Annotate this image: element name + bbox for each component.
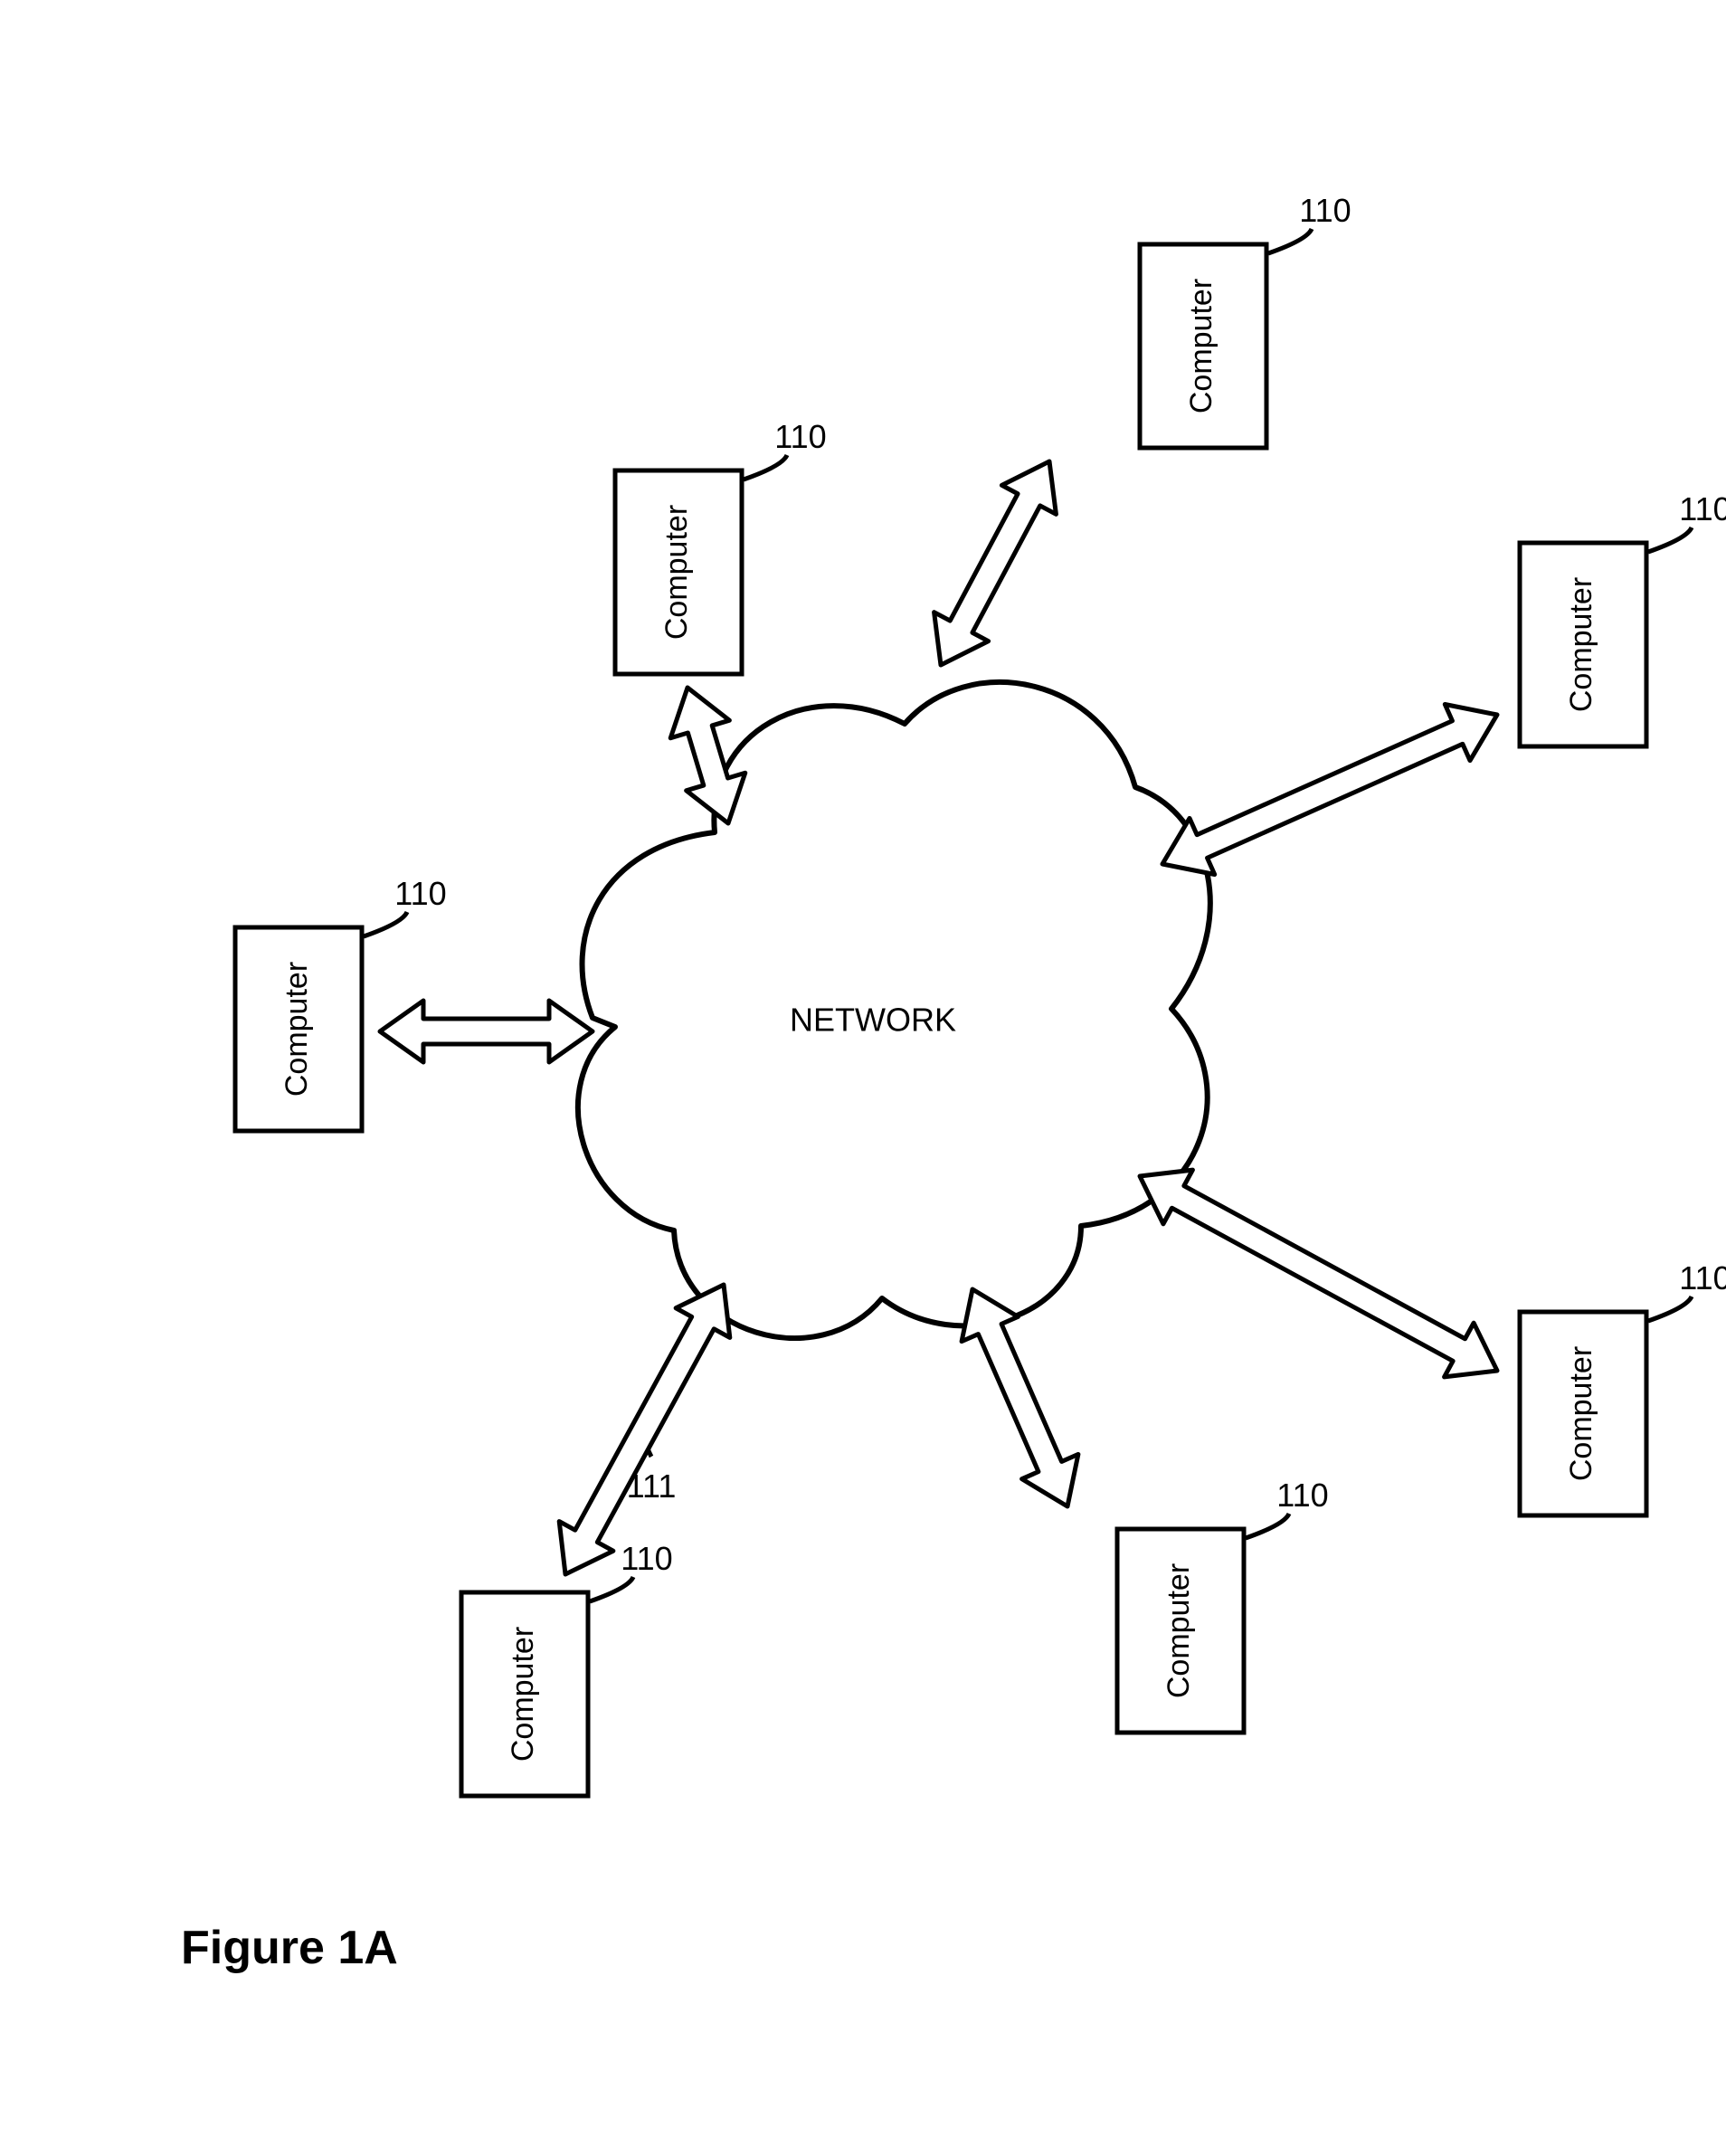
network-label: NETWORK [790, 1002, 956, 1039]
computer-node: Computer 110 [461, 1540, 673, 1796]
computer-ref: 110 [1299, 192, 1351, 229]
double-arrow [934, 461, 1057, 665]
network-cloud: NETWORK [578, 682, 1210, 1338]
computer-node: Computer 110 [235, 875, 447, 1131]
ref-leader [1246, 1514, 1289, 1538]
computer-label: Computer [1564, 1346, 1598, 1481]
ref-leader [590, 1577, 633, 1601]
computer-label: Computer [1162, 1563, 1196, 1698]
computer-ref: 110 [621, 1540, 672, 1577]
double-arrow [1162, 704, 1497, 874]
ref-leader [1648, 1296, 1692, 1321]
computer-node: Computer 110 [615, 418, 827, 674]
computer-ref: 110 [1276, 1477, 1328, 1514]
computer-label: Computer [1184, 279, 1219, 413]
double-arrow [380, 1001, 593, 1062]
computer-label: Computer [1564, 577, 1598, 712]
double-arrow [962, 1289, 1078, 1506]
ref-leader [744, 455, 787, 480]
computer-node: Computer 110 [1117, 1477, 1329, 1733]
ref-leader [1268, 229, 1312, 253]
figure-label: Figure 1A [181, 1922, 398, 1974]
double-arrow [1140, 1170, 1497, 1377]
computer-label: Computer [280, 962, 314, 1097]
computer-ref: 110 [1679, 490, 1726, 527]
computer-node: Computer 110 [1520, 1259, 1726, 1515]
computer-label: Computer [506, 1627, 540, 1762]
ref-leader [1648, 527, 1692, 552]
computer-node: Computer 110 [1140, 192, 1351, 448]
computer-ref: 110 [774, 418, 826, 455]
double-arrow [559, 1285, 730, 1574]
computer-label: Computer [659, 505, 694, 640]
ref-leader [364, 912, 407, 936]
computer-node: Computer 110 [1520, 490, 1726, 746]
computer-ref: 110 [394, 875, 446, 912]
computer-ref: 110 [1679, 1259, 1726, 1296]
